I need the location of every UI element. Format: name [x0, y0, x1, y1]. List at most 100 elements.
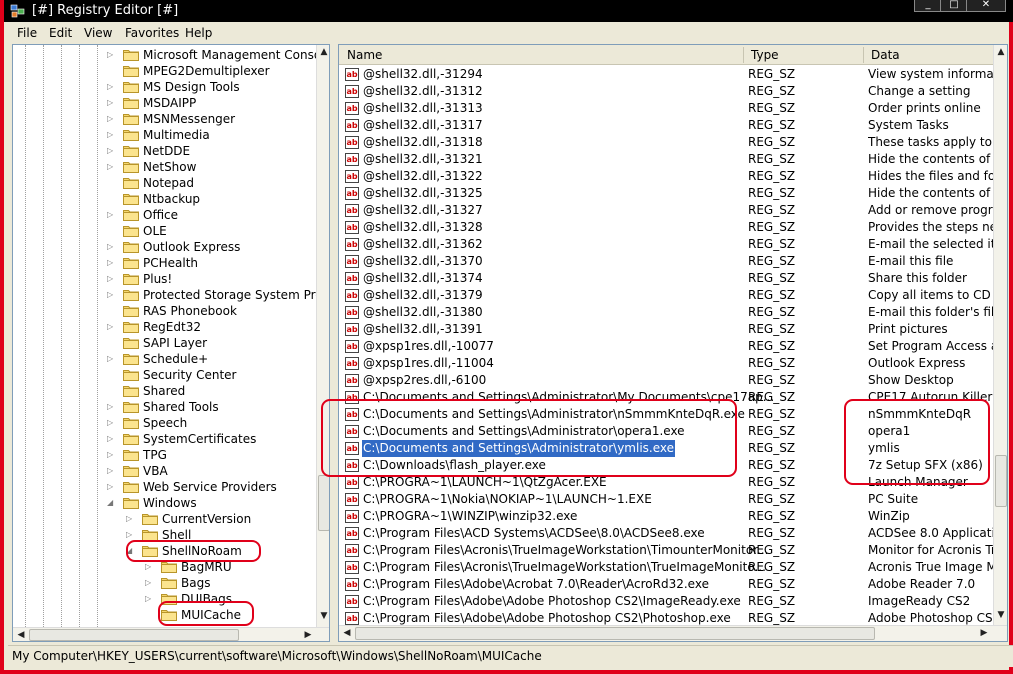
folder-icon: [123, 256, 139, 269]
values-list-pane[interactable]: Name Type Data ab @shell32.dll,-31294 REG_…: [338, 44, 1008, 642]
menu-edit[interactable]: Edit: [49, 26, 72, 40]
value-data: Adobe Photoshop CS2: [868, 611, 993, 625]
scroll-right-arrow-icon[interactable]: ▶: [977, 628, 991, 638]
registry-value-row[interactable]: ab C:\Program Files\Acronis\TrueImageWork…: [339, 542, 993, 559]
expand-arrow-icon[interactable]: ▷: [107, 83, 114, 91]
tree-horizontal-scrollbar[interactable]: ◀ ▶: [13, 627, 329, 641]
value-data: Change a setting: [868, 84, 971, 98]
expand-arrow-icon[interactable]: ▷: [145, 579, 152, 587]
registry-value-row[interactable]: ab @shell32.dll,-31379 REG_SZ Copy all item…: [339, 287, 993, 304]
value-type: REG_SZ: [748, 67, 796, 81]
menu-view[interactable]: View: [84, 26, 112, 40]
registry-value-row[interactable]: ab @shell32.dll,-31322 REG_SZ Hides the fil…: [339, 168, 993, 185]
registry-value-row[interactable]: ab @shell32.dll,-31294 REG_SZ View system i…: [339, 66, 993, 83]
scroll-up-arrow-icon[interactable]: ▲: [317, 47, 329, 57]
registry-value-row[interactable]: ab C:\Program Files\ACD Systems\ACDSee\8.…: [339, 525, 993, 542]
registry-value-row[interactable]: ab @shell32.dll,-31328 REG_SZ Provides the …: [339, 219, 993, 236]
expand-arrow-icon[interactable]: ▷: [107, 451, 114, 459]
expand-arrow-icon[interactable]: ▷: [107, 99, 114, 107]
expand-arrow-icon[interactable]: ▷: [107, 115, 114, 123]
registry-value-row[interactable]: ab @shell32.dll,-31318 REG_SZ These tasks a…: [339, 134, 993, 151]
expand-arrow-icon[interactable]: ▷: [107, 275, 114, 283]
registry-value-row[interactable]: ab @shell32.dll,-31327 REG_SZ Add or remove…: [339, 202, 993, 219]
tree-hscroll-thumb[interactable]: [29, 629, 239, 641]
scroll-down-arrow-icon[interactable]: ▼: [317, 611, 329, 621]
scroll-down-arrow-icon[interactable]: ▼: [994, 610, 1007, 620]
value-name: @shell32.dll,-31313: [363, 101, 483, 115]
expand-arrow-icon[interactable]: ▷: [145, 595, 152, 603]
collapse-arrow-icon[interactable]: ◢: [107, 499, 114, 507]
registry-value-row[interactable]: ab @shell32.dll,-31380 REG_SZ E-mail this f…: [339, 304, 993, 321]
scroll-right-arrow-icon[interactable]: ▶: [301, 630, 315, 640]
scroll-up-arrow-icon[interactable]: ▲: [994, 47, 1007, 57]
column-header-data[interactable]: Data: [871, 48, 900, 62]
scroll-left-arrow-icon[interactable]: ◀: [14, 630, 28, 640]
list-scroll-thumb[interactable]: [995, 455, 1007, 507]
registry-value-row[interactable]: ab @shell32.dll,-31374 REG_SZ Share this fo…: [339, 270, 993, 287]
list-horizontal-scrollbar[interactable]: ◀ ▶: [339, 625, 1007, 641]
list-vertical-scrollbar[interactable]: ▲ ▼: [993, 45, 1007, 625]
registry-value-row[interactable]: ab C:\Program Files\Adobe\Adobe Photoshop…: [339, 610, 993, 625]
column-header-name[interactable]: Name: [347, 48, 382, 62]
registry-value-row[interactable]: ab @shell32.dll,-31362 REG_SZ E-mail the se…: [339, 236, 993, 253]
registry-value-row[interactable]: ab C:\Program Files\Adobe\Adobe Photoshop…: [339, 593, 993, 610]
tree-vertical-scrollbar[interactable]: ▲ ▼: [316, 45, 329, 627]
value-data: Order prints online: [868, 101, 981, 115]
expand-arrow-icon[interactable]: ▷: [107, 291, 114, 299]
value-data: ImageReady CS2: [868, 594, 971, 608]
value-data: Show Desktop: [868, 373, 954, 387]
minimize-button[interactable]: _: [914, 0, 942, 12]
registry-value-row[interactable]: ab C:\Program Files\Acronis\TrueImageWork…: [339, 559, 993, 576]
expand-arrow-icon[interactable]: ▷: [145, 563, 152, 571]
registry-value-row[interactable]: ab C:\PROGRA~1\Nokia\NOKIAP~1\LAUNCH~1.EX…: [339, 491, 993, 508]
registry-value-row[interactable]: ab @shell32.dll,-31321 REG_SZ Hide the cont…: [339, 151, 993, 168]
folder-icon: [123, 192, 139, 205]
expand-arrow-icon[interactable]: ▷: [107, 243, 114, 251]
registry-value-row[interactable]: ab @shell32.dll,-31313 REG_SZ Order prints …: [339, 100, 993, 117]
list-rows: ab @shell32.dll,-31294 REG_SZ View system i…: [339, 65, 993, 625]
expand-arrow-icon[interactable]: ▷: [107, 147, 114, 155]
registry-value-row[interactable]: ab @shell32.dll,-31325 REG_SZ Hide the cont…: [339, 185, 993, 202]
expand-arrow-icon[interactable]: ▷: [107, 467, 114, 475]
tree-item-label: MSNMessenger: [143, 112, 236, 126]
menu-favorites[interactable]: Favorites: [125, 26, 179, 40]
expand-arrow-icon[interactable]: ▷: [107, 51, 114, 59]
tree-item-label: TPG: [143, 448, 167, 462]
list-hscroll-thumb[interactable]: [355, 627, 875, 640]
expand-arrow-icon[interactable]: ▷: [107, 131, 114, 139]
registry-value-row[interactable]: ab @xpsp1res.dll,-11004 REG_SZ Outlook Expr…: [339, 355, 993, 372]
expand-arrow-icon[interactable]: ▷: [107, 419, 114, 427]
registry-value-row[interactable]: ab @xpsp2res.dll,-6100 REG_SZ Show Desktop: [339, 372, 993, 389]
tree-item-label: MS Design Tools: [143, 80, 240, 94]
expand-arrow-icon[interactable]: ▷: [107, 483, 114, 491]
menu-help[interactable]: Help: [185, 26, 212, 40]
registry-value-row[interactable]: ab C:\PROGRA~1\WINZIP\winzip32.exe REG_SZ W…: [339, 508, 993, 525]
expand-arrow-icon[interactable]: ▷: [107, 323, 114, 331]
expand-arrow-icon[interactable]: ▷: [107, 211, 114, 219]
expand-arrow-icon[interactable]: ▷: [107, 403, 114, 411]
expand-arrow-icon[interactable]: ▷: [126, 515, 133, 523]
title-bar[interactable]: [#] Registry Editor [#] _ □ ✕: [4, 0, 1013, 22]
close-button[interactable]: ✕: [966, 0, 1006, 12]
registry-value-row[interactable]: ab C:\Program Files\Adobe\Acrobat 7.0\Rea…: [339, 576, 993, 593]
registry-value-row[interactable]: ab @shell32.dll,-31312 REG_SZ Change a sett…: [339, 83, 993, 100]
string-value-icon: ab: [345, 510, 359, 523]
expand-arrow-icon[interactable]: ▷: [107, 259, 114, 267]
expand-arrow-icon[interactable]: ▷: [107, 435, 114, 443]
registry-value-row[interactable]: ab @xpsp1res.dll,-10077 REG_SZ Set Program …: [339, 338, 993, 355]
maximize-button[interactable]: □: [940, 0, 968, 12]
registry-value-row[interactable]: ab @shell32.dll,-31391 REG_SZ Print picture…: [339, 321, 993, 338]
registry-value-row[interactable]: ab @shell32.dll,-31317 REG_SZ System Tasks: [339, 117, 993, 134]
column-divider[interactable]: [863, 47, 864, 63]
scroll-left-arrow-icon[interactable]: ◀: [340, 628, 354, 638]
value-data: Provides the steps necessary: [868, 220, 993, 234]
expand-arrow-icon[interactable]: ▷: [126, 531, 133, 539]
tree-scroll-thumb[interactable]: [318, 475, 329, 531]
expand-arrow-icon[interactable]: ▷: [107, 355, 114, 363]
folder-icon: [123, 464, 139, 477]
menu-file[interactable]: File: [17, 26, 37, 40]
expand-arrow-icon[interactable]: ▷: [107, 163, 114, 171]
column-header-type[interactable]: Type: [751, 48, 779, 62]
registry-value-row[interactable]: ab @shell32.dll,-31370 REG_SZ E-mail this f…: [339, 253, 993, 270]
column-divider[interactable]: [743, 47, 744, 63]
